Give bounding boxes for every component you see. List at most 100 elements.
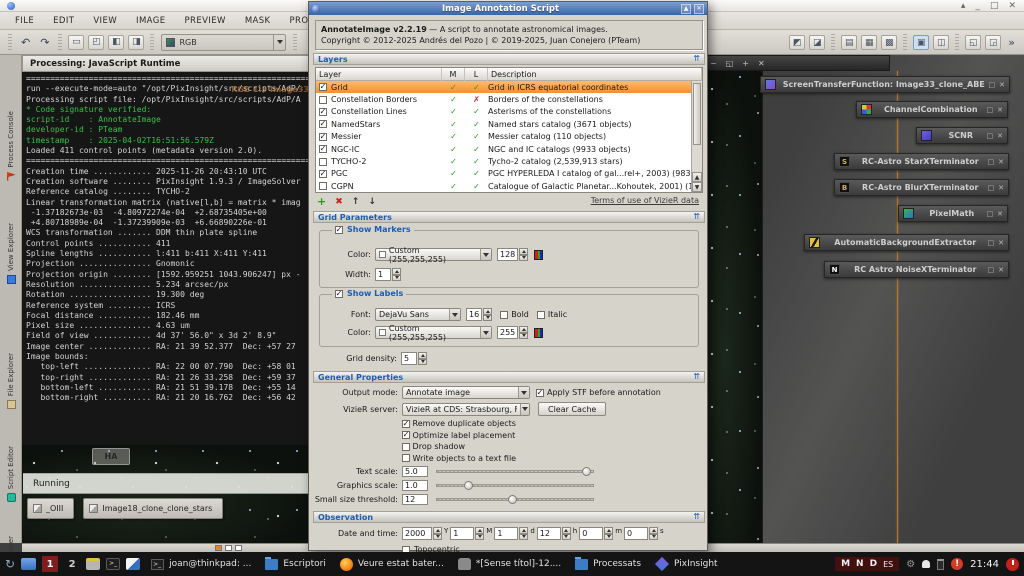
section-grid-parameters[interactable]: Grid Parameters⇈ [313,211,705,223]
show-labels-checkbox[interactable] [335,290,343,298]
restore-icon[interactable]: □ [988,266,995,274]
remove-duplicate-objects-checkbox[interactable] [402,420,410,428]
slider-value-box[interactable]: 5.0 [402,466,428,477]
sidebar-tab-view-explorer[interactable]: View Explorer [0,223,22,284]
move-layer-down-button[interactable]: ↓ [368,196,376,208]
vizier-server-select[interactable]: VizieR at CDS: Strasbourg, France [402,403,530,416]
table-scrollbar[interactable]: ▲ ▼ [691,81,702,192]
terminal-launcher-icon[interactable]: >_ [106,558,120,570]
dock-right-icon[interactable]: ◲ [985,35,1001,50]
window-settings-icon[interactable]: ◪ [809,35,825,50]
sidebar-tab-process-console[interactable]: Process Console [0,111,22,181]
layer-visible-checkbox[interactable] [319,96,327,104]
image-window-titlebar[interactable]: − ◱ + ✕ [700,55,890,71]
section-observation[interactable]: Observation⇈ [313,511,705,523]
table-row[interactable]: CGPN✓✓Catalogue of Galactic Planetar...K… [316,180,702,192]
collapse-icon[interactable]: ⇈ [693,513,700,521]
process-panel-rc-astro-blurxterminator[interactable]: BRC-Astro BlurXTerminator□✕ [834,179,1009,196]
remove-layer-button[interactable]: ✖ [335,196,343,208]
language-indicator[interactable]: ES [883,560,893,569]
collapse-icon[interactable]: ⇈ [693,373,700,381]
tray-letter-d[interactable]: D [870,559,877,569]
table-row[interactable]: Constellation Borders✓✗Borders of the co… [316,93,702,105]
minimize-icon[interactable]: − [710,59,717,68]
marker-width-spinner[interactable]: 1 [375,268,401,281]
task-escriptori[interactable]: Escriptori [260,554,330,574]
screen-mode-icon[interactable]: ▣ [913,35,929,50]
process-panel-rc-astro-starxterminator[interactable]: SRC-Astro StarXTerminator□✕ [834,153,1009,170]
tile-windows-icon[interactable]: ▩ [881,35,897,50]
slider-value-box[interactable]: 1.0 [402,480,428,491]
image-viewer[interactable]: HA Running _OIIIImage18_clone_clone_star… [22,445,315,543]
slider-thumb[interactable] [508,495,517,504]
spinner-arrows[interactable] [604,527,613,540]
show-desktop-icon[interactable]: ↻ [5,557,15,571]
menu-image[interactable]: IMAGE [136,16,165,26]
sidebar-tab-script-editor[interactable]: Script Editor [0,446,22,502]
slider-control[interactable] [436,466,594,477]
workspace-2-button[interactable]: 2 [64,556,80,572]
color-picker-icon[interactable] [534,250,543,260]
table-row[interactable]: Grid✓✓Grid in ICRS equatorial coordinate… [316,81,702,93]
table-row[interactable]: PGC✓✓PGC HYPERLEDA I catalog of gal...re… [316,168,702,180]
show-markers-checkbox[interactable] [335,226,343,234]
restore-icon[interactable]: □ [988,158,995,166]
task--sense-t-tol-12-[interactable]: *[Sense títol]-12.... [453,554,566,574]
menu-edit[interactable]: EDIT [53,16,74,26]
move-layer-up-button[interactable]: ↑ [352,196,360,208]
date-m-spinner[interactable]: 0 [579,527,613,540]
marker-alpha-spinner[interactable]: 128 [497,248,528,261]
dock-left-icon[interactable]: ◱ [965,35,981,50]
zoom-window-icon[interactable]: ▦ [861,35,877,50]
sidebar-tab-file-explorer[interactable]: File Explorer [0,353,22,409]
layer-visible-checkbox[interactable] [319,120,327,128]
process-panel-screentransferfunction-image33-clone-abe[interactable]: ScreenTransferFunction: Image33_clone_AB… [760,76,1010,93]
process-console[interactable]: RGB 1:3 Image33 ========================… [22,72,315,445]
dialog-titlebar[interactable]: Image Annotation Script ▲ ✕ [309,2,707,15]
drop-shadow-checkbox[interactable] [402,443,410,451]
power-button[interactable] [1006,558,1019,571]
archive-launcher-icon[interactable] [86,558,100,570]
restore-icon[interactable]: □ [988,184,995,192]
notes-launcher-icon[interactable] [126,558,140,570]
spinner-arrows[interactable] [562,527,571,540]
screen-off-icon[interactable]: ◫ [933,35,949,50]
layer-visible-checkbox[interactable] [319,158,327,166]
spinner-arrows[interactable] [433,527,442,540]
minimize-icon[interactable]: _ [975,0,980,12]
table-row[interactable]: TYCHO-2✓✓Tycho-2 catalog (2,539,913 star… [316,155,702,167]
close-icon[interactable]: ✕ [998,239,1004,247]
write-objects-to-a-text-file-checkbox[interactable] [402,454,410,462]
duplicate-image-icon[interactable]: ◨ [128,35,144,50]
scroll-up-icon[interactable]: ▲ [692,172,702,182]
task-joan-thinkpad-[interactable]: >_joan@thinkpad: ... [146,554,256,574]
menu-pro[interactable]: PRO [290,16,309,26]
menu-preview[interactable]: PREVIEW [185,16,226,26]
grid-density-spinner[interactable]: 5 [401,352,427,365]
layer-visible-checkbox[interactable] [319,170,327,178]
menu-mask[interactable]: MASK [245,16,271,26]
date-M-spinner[interactable]: 1 [450,527,484,540]
notifications-icon[interactable] [922,560,930,568]
font-size-spinner[interactable]: 16 [466,308,492,321]
close-icon[interactable]: ✕ [997,106,1003,114]
table-row[interactable]: NamedStars✓✓Named stars catalog (3671 ob… [316,118,702,130]
layer-visible-checkbox[interactable] [319,108,327,116]
optimize-label-placement-checkbox[interactable] [402,431,410,439]
image-tab-_oiii[interactable]: _OIII [27,498,74,519]
table-row[interactable]: Messier✓✓Messier catalog (110 objects) [316,131,702,143]
add-layer-button[interactable]: + [317,196,326,208]
task-veure-estat-bater-[interactable]: Veure estat bater... [335,554,449,574]
process-panel-channelcombination[interactable]: ChannelCombination□✕ [856,101,1008,118]
spinner-arrows[interactable] [475,527,484,540]
table-row[interactable]: NGC-IC✓✓NGC and IC catalogs (9933 object… [316,143,702,155]
tray-letter-n[interactable]: N [856,559,864,569]
slider-thumb[interactable] [582,467,591,476]
marker-color-select[interactable]: Custom (255,255,255) [375,248,492,261]
color-picker-icon[interactable] [534,328,543,338]
label-alpha-spinner[interactable]: 255 [497,326,528,339]
close-icon[interactable]: ✕ [758,59,765,68]
menu-view[interactable]: VIEW [93,16,117,26]
restore-icon[interactable]: □ [988,239,995,247]
toolbar-overflow-icon[interactable]: » [1003,36,1020,49]
